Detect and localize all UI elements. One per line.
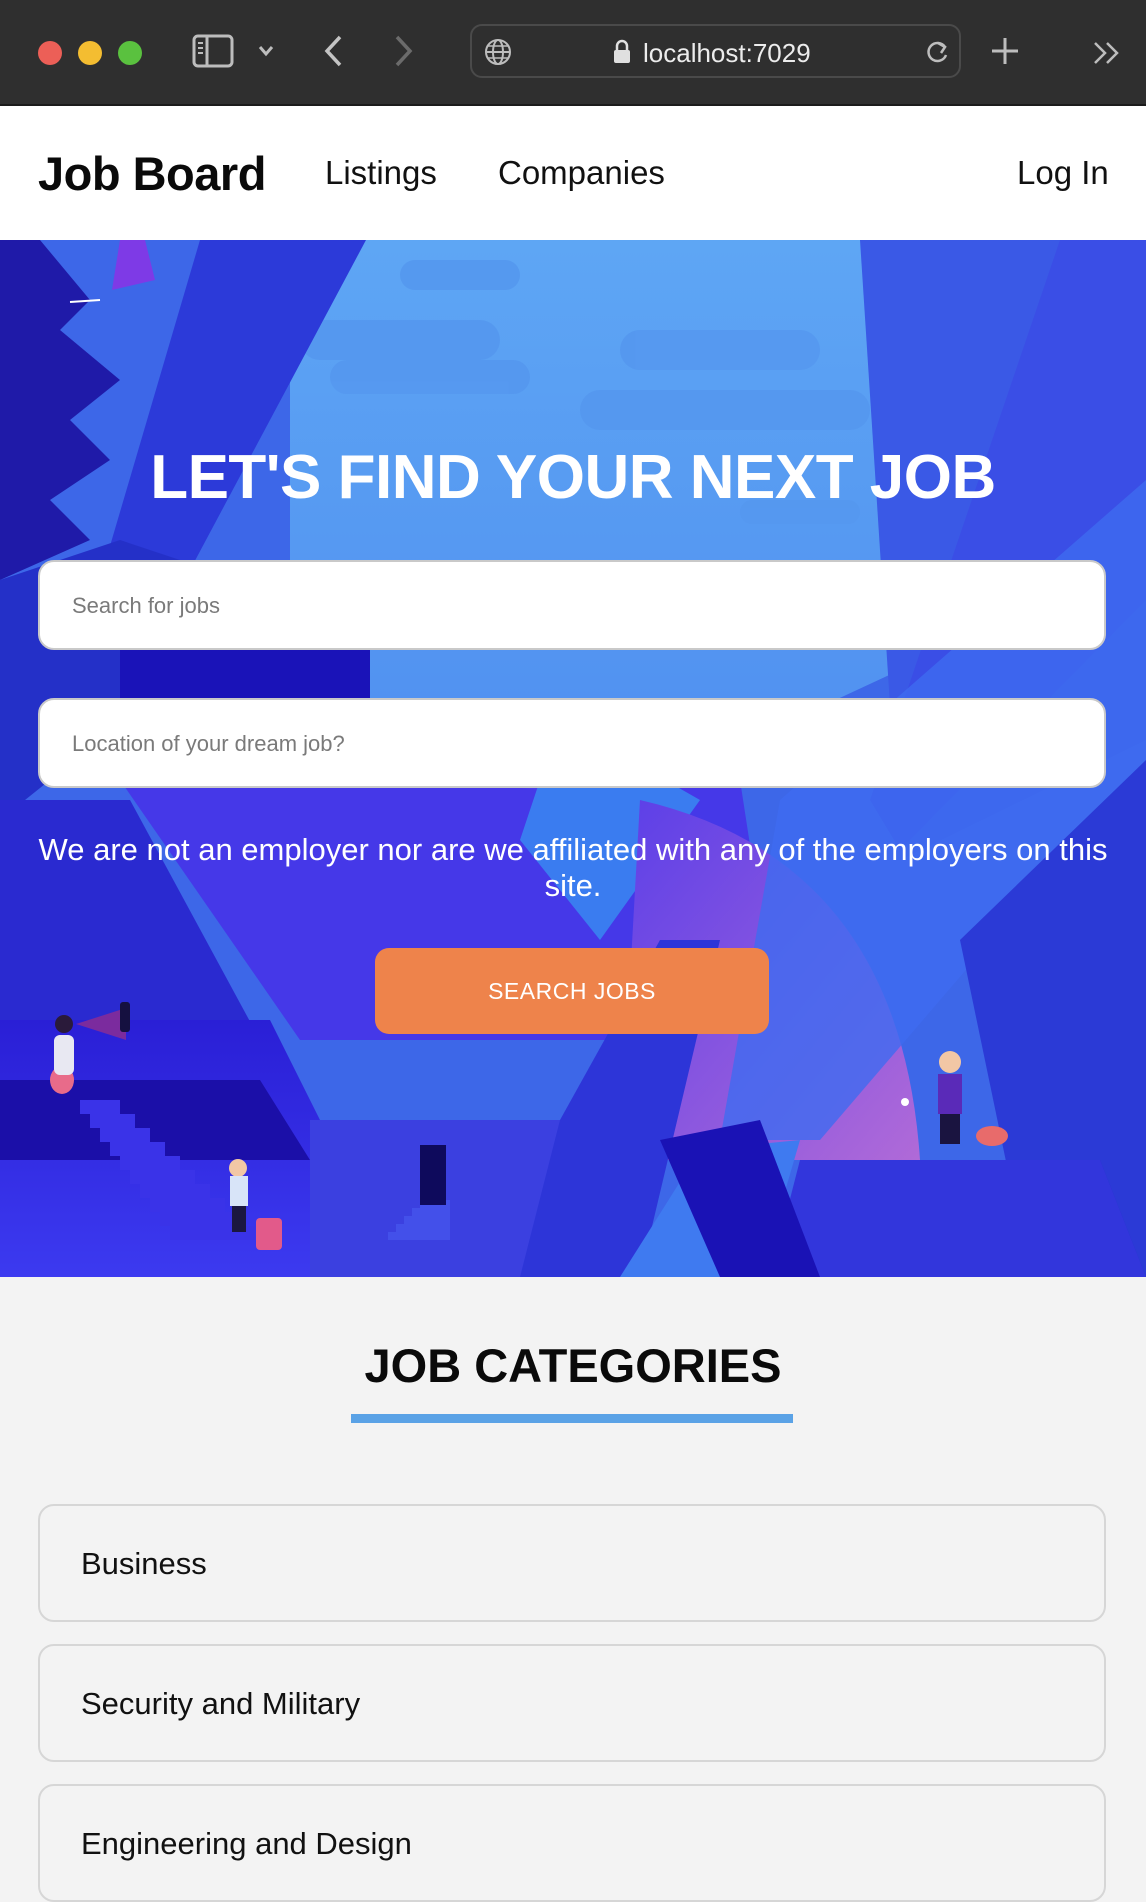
back-icon[interactable] <box>322 34 344 68</box>
brand-logo[interactable]: Job Board <box>38 146 266 201</box>
location-field[interactable] <box>38 698 1106 788</box>
disclaimer-text: We are not an employer nor are we affili… <box>38 832 1108 903</box>
reload-icon[interactable] <box>924 38 950 66</box>
category-label: Business <box>81 1546 207 1581</box>
category-security-military[interactable]: Security and Military <box>38 1644 1106 1762</box>
nav-link-listings[interactable]: Listings <box>325 154 437 192</box>
login-link[interactable]: Log In <box>1017 154 1109 192</box>
site-header: Job Board Listings Companies Log In <box>0 106 1146 240</box>
hero-title: LET'S FIND YOUR NEXT JOB <box>150 443 996 512</box>
lock-icon <box>614 39 630 63</box>
overflow-icon[interactable] <box>1092 40 1122 66</box>
sidebar-icon[interactable] <box>192 34 234 68</box>
category-label: Engineering and Design <box>81 1826 412 1861</box>
nav-link-companies[interactable]: Companies <box>498 154 665 192</box>
categories-underline <box>351 1414 793 1423</box>
category-label: Security and Military <box>81 1686 361 1721</box>
job-search-field[interactable] <box>38 560 1106 650</box>
address-bar[interactable]: localhost:7029 <box>470 24 961 78</box>
close-window-button[interactable] <box>38 41 62 65</box>
search-jobs-button[interactable]: SEARCH JOBS <box>375 948 769 1034</box>
url-text: localhost:7029 <box>643 38 811 68</box>
categories-title: JOB CATEGORIES <box>364 1339 782 1392</box>
job-search-input[interactable] <box>70 562 1074 650</box>
category-business[interactable]: Business <box>38 1504 1106 1622</box>
globe-icon <box>485 39 511 65</box>
forward-icon[interactable] <box>393 34 415 68</box>
new-tab-icon[interactable] <box>990 36 1020 66</box>
chevron-down-icon[interactable] <box>258 44 274 58</box>
minimize-window-button[interactable] <box>78 41 102 65</box>
browser-toolbar: localhost:7029 <box>0 0 1146 106</box>
zoom-window-button[interactable] <box>118 41 142 65</box>
location-input[interactable] <box>70 700 1074 788</box>
category-engineering-design[interactable]: Engineering and Design <box>38 1784 1106 1902</box>
hero-section: LET'S FIND YOUR NEXT JOB We are not an e… <box>0 240 1146 1277</box>
